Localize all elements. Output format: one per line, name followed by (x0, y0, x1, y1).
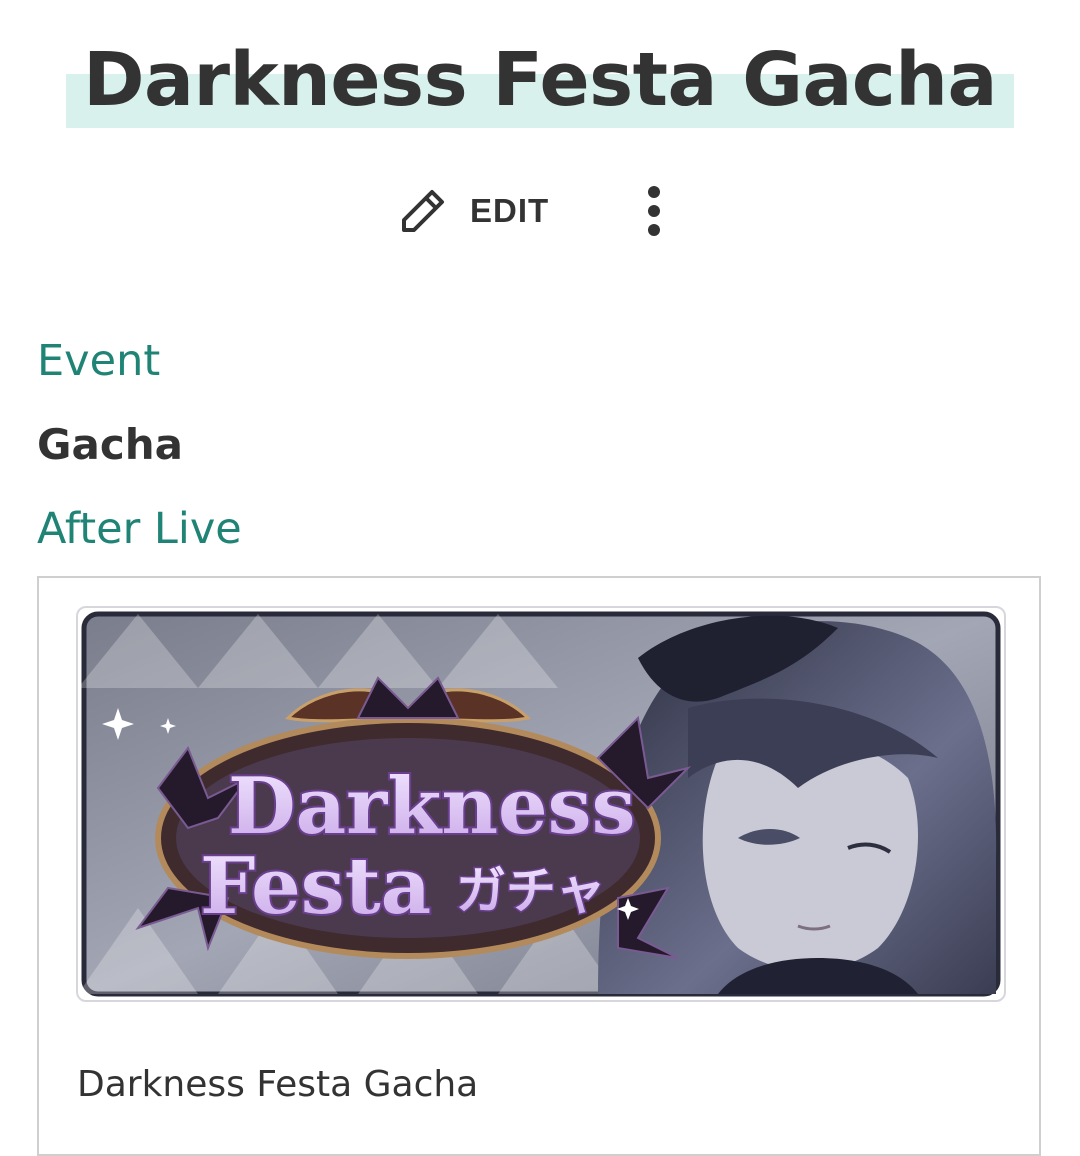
breadcrumb-current-gacha: Gacha (37, 420, 183, 469)
edit-button[interactable]: EDIT (396, 180, 549, 242)
more-vertical-icon-dot (648, 205, 660, 217)
banner-logo-line2: Festa (200, 841, 431, 932)
breadcrumb-link-after-live[interactable]: After Live (37, 504, 242, 554)
infobox: Darkness Festa ガチャ Darkness Festa Gacha (37, 576, 1041, 1156)
edit-label: EDIT (470, 192, 550, 229)
gacha-banner-illustration: Darkness Festa ガチャ (78, 611, 1001, 997)
more-options-button[interactable] (636, 180, 672, 242)
more-vertical-icon-dot (648, 224, 660, 236)
page-title-text: Darkness Festa Gacha (83, 37, 997, 123)
pencil-icon (402, 190, 444, 232)
page-title: Darkness Festa Gacha (66, 28, 1014, 132)
gacha-banner-image[interactable]: Darkness Festa ガチャ (76, 606, 1006, 1002)
more-vertical-icon (648, 186, 660, 198)
infobox-caption: Darkness Festa Gacha (77, 1064, 479, 1105)
page-actions: EDIT (0, 176, 1080, 246)
banner-logo-line1: Darkness (228, 761, 635, 852)
breadcrumb-link-event[interactable]: Event (37, 336, 160, 386)
banner-logo-jp: ガチャ (456, 862, 606, 920)
